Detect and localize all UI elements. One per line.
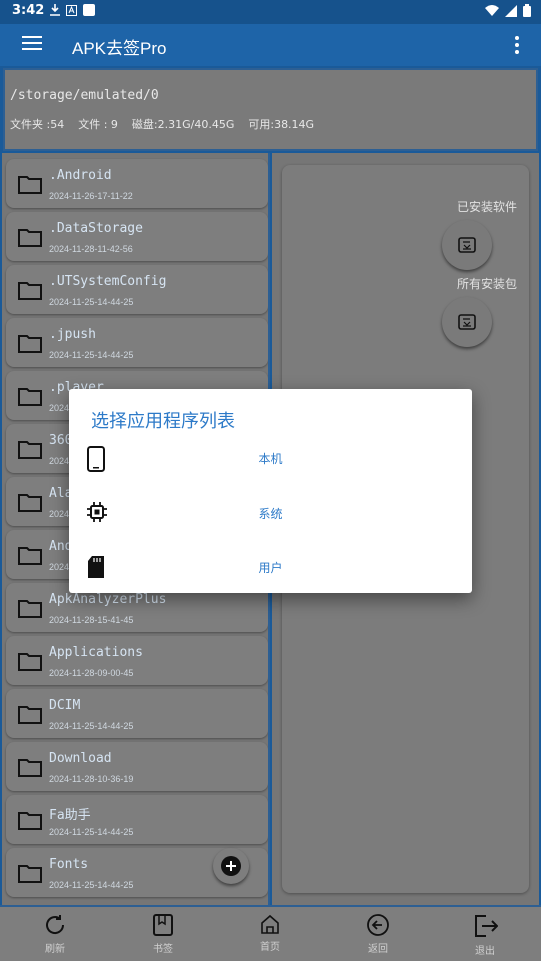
installed-apps-button[interactable] xyxy=(442,220,492,270)
folder-count: 文件夹 :54 xyxy=(10,118,65,131)
file-count: 文件 : 9 xyxy=(78,118,118,131)
apk-icon xyxy=(458,314,476,330)
path-info-panel: /storage/emulated/0 文件夹 :54 文件 : 9 磁盘:2.… xyxy=(3,68,538,151)
folder-icon xyxy=(18,547,42,565)
list-item[interactable]: Applications 2024-11-28-09-00-45 xyxy=(6,636,268,685)
list-item[interactable]: Fa助手 2024-11-25-14-44-25 xyxy=(6,795,268,844)
home-icon xyxy=(261,914,279,934)
folder-icon xyxy=(18,812,42,830)
back-icon xyxy=(367,914,389,936)
folder-icon xyxy=(18,176,42,194)
option-system[interactable]: 系统 xyxy=(69,488,472,538)
folder-icon xyxy=(18,865,42,883)
list-item[interactable]: .jpush 2024-11-25-14-44-25 xyxy=(6,318,268,367)
more-options-icon[interactable] xyxy=(515,36,519,57)
signal-icon xyxy=(505,4,517,17)
installed-apps-label: 已安装软件 xyxy=(456,200,517,214)
exit-icon xyxy=(475,915,498,937)
folder-icon xyxy=(18,229,42,247)
nav-refresh[interactable]: 刷新 xyxy=(25,913,85,961)
folder-icon xyxy=(18,388,42,406)
bookmark-icon xyxy=(153,914,173,936)
list-item[interactable]: .UTSystemConfig 2024-11-25-14-44-25 xyxy=(6,265,268,314)
refresh-icon xyxy=(46,915,65,934)
disk-usage: 磁盘:2.31G/40.45G xyxy=(131,118,235,131)
option-user[interactable]: 用户 xyxy=(69,542,472,592)
folder-icon xyxy=(18,759,42,777)
list-item[interactable]: Download 2024-11-28-10-36-19 xyxy=(6,742,268,791)
folder-icon xyxy=(18,706,42,724)
menu-icon[interactable] xyxy=(22,36,42,52)
status-time: 3:42 xyxy=(12,3,45,18)
plus-icon xyxy=(221,856,241,876)
bottom-nav: 刷新 书签 首页 返回 退出 xyxy=(0,905,541,961)
nav-exit[interactable]: 退出 xyxy=(455,913,515,961)
notification-square-icon xyxy=(83,4,95,16)
current-path: /storage/emulated/0 xyxy=(10,88,159,103)
folder-icon xyxy=(18,441,42,459)
storage-stats: 文件夹 :54 文件 : 9 磁盘:2.31G/40.45G 可用:38.14G xyxy=(10,116,328,132)
add-button[interactable] xyxy=(213,848,249,884)
folder-icon xyxy=(18,335,42,353)
folder-icon xyxy=(18,494,42,512)
all-packages-button[interactable] xyxy=(442,297,492,347)
nav-bookmarks[interactable]: 书签 xyxy=(133,913,193,961)
folder-icon xyxy=(18,600,42,618)
notification-a-icon xyxy=(66,4,77,16)
folder-icon xyxy=(18,282,42,300)
app-bar: APK去签Pro xyxy=(0,24,541,66)
dialog-title: 选择应用程序列表 xyxy=(91,411,235,432)
folder-icon xyxy=(18,653,42,671)
nav-home[interactable]: 首页 xyxy=(240,913,300,961)
list-item[interactable]: DCIM 2024-11-25-14-44-25 xyxy=(6,689,268,738)
wifi-icon xyxy=(485,5,499,16)
option-local[interactable]: 本机 xyxy=(69,433,472,483)
free-space: 可用:38.14G xyxy=(248,118,315,131)
download-icon xyxy=(50,4,60,16)
list-item[interactable]: .DataStorage 2024-11-28-11-42-56 xyxy=(6,212,268,261)
battery-icon xyxy=(523,4,531,17)
apk-icon xyxy=(458,237,476,253)
nav-back[interactable]: 返回 xyxy=(348,913,408,961)
select-app-list-dialog: 选择应用程序列表 本机 系统 用户 xyxy=(69,389,472,593)
all-packages-label: 所有安装包 xyxy=(456,277,517,291)
list-item[interactable]: .Android 2024-11-26-17-11-22 xyxy=(6,159,268,208)
status-bar: 3:42 xyxy=(0,0,541,24)
app-title: APK去签Pro xyxy=(72,39,167,58)
